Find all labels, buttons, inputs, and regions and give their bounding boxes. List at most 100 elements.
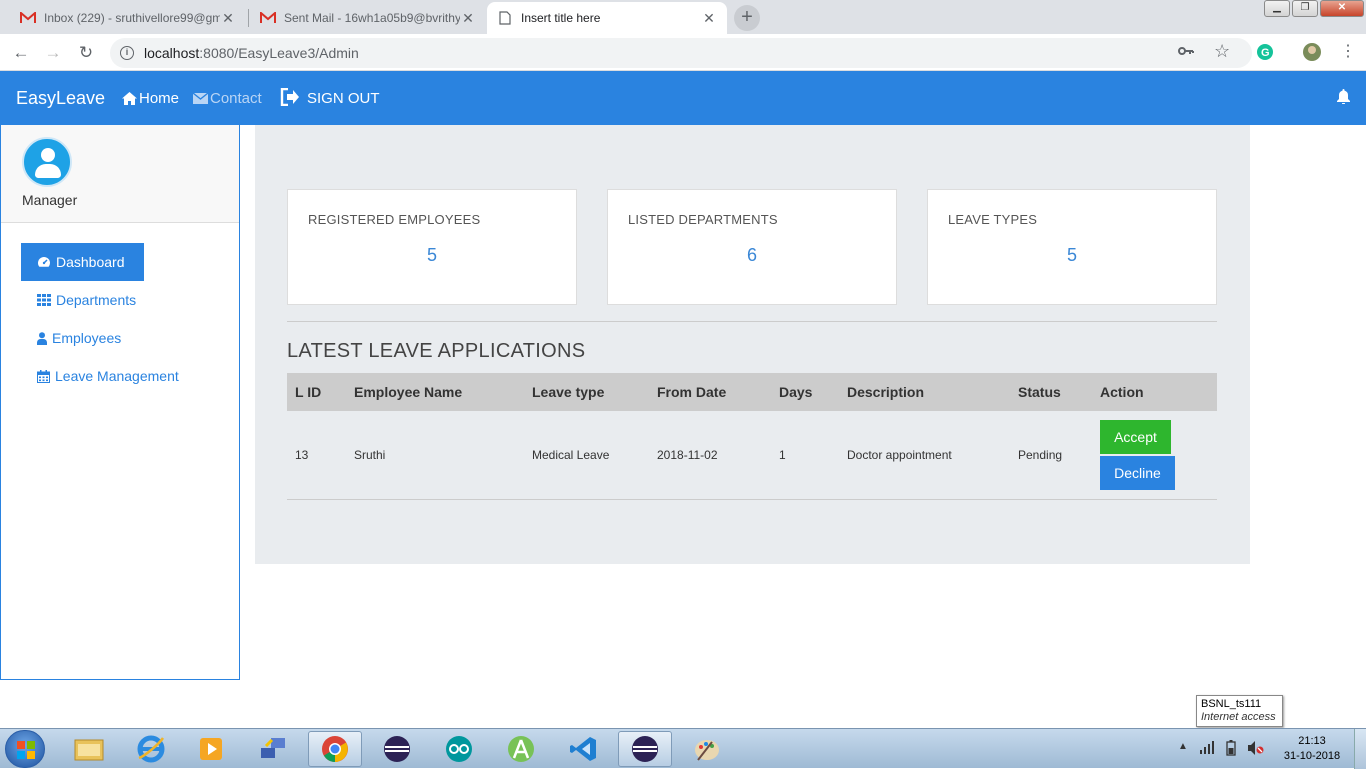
- stat-card-departments: LISTED DEPARTMENTS 6: [607, 189, 897, 305]
- taskbar-chrome[interactable]: [308, 731, 362, 767]
- cell-description: Doctor appointment: [839, 411, 1010, 500]
- url-path: :8080/EasyLeave3/Admin: [199, 45, 359, 61]
- sign-out-icon: [280, 88, 299, 106]
- cell-leave-id: 13: [287, 411, 346, 500]
- window-controls: ▁ ❐ ✕: [1262, 0, 1364, 18]
- calendar-icon: [37, 369, 50, 383]
- envelope-icon: [193, 93, 208, 104]
- taskbar-paint[interactable]: [680, 731, 734, 767]
- nav-contact-label: Contact: [210, 90, 262, 107]
- leave-applications-table: L ID Employee Name Leave type From Date …: [287, 373, 1217, 500]
- sidebar: Manager Dashboard Departments Employees …: [0, 125, 240, 680]
- bell-icon[interactable]: [1337, 89, 1350, 108]
- taskbar-eclipse[interactable]: [370, 731, 424, 767]
- stat-value: 5: [1066, 245, 1077, 265]
- brand-logo[interactable]: EasyLeave: [16, 88, 105, 109]
- svg-text:G: G: [1261, 47, 1270, 59]
- user-role: Manager: [22, 192, 78, 208]
- stat-label: LISTED DEPARTMENTS: [628, 212, 778, 227]
- minimize-button[interactable]: ▁: [1264, 0, 1290, 17]
- eclipse-icon: [384, 736, 410, 762]
- eclipse-icon: [632, 736, 658, 762]
- avatar: [22, 137, 72, 187]
- nav-contact[interactable]: Contact: [193, 90, 262, 107]
- cell-days: 1: [771, 411, 839, 500]
- close-window-button[interactable]: ✕: [1320, 0, 1364, 17]
- url-host: localhost: [144, 45, 200, 61]
- tab-title: Insert title here: [521, 11, 601, 25]
- taskbar-internet-explorer[interactable]: [124, 731, 178, 767]
- back-icon[interactable]: ←: [10, 42, 32, 64]
- taskbar-android-studio[interactable]: [494, 731, 548, 767]
- browser-tab-sent[interactable]: Sent Mail - 16wh1a05b9@bvrithy ✕: [250, 2, 486, 34]
- accept-button[interactable]: Accept: [1100, 419, 1171, 454]
- dashboard-icon: [38, 257, 50, 267]
- cell-status: Pending: [1010, 411, 1092, 500]
- close-tab-icon[interactable]: ✕: [460, 10, 476, 27]
- user-icon: [37, 331, 47, 345]
- divider: [287, 321, 1217, 322]
- taskbar-file-explorer[interactable]: [62, 731, 116, 767]
- chrome-icon: [322, 736, 348, 762]
- arduino-icon: [446, 736, 472, 762]
- column-header: Leave type: [524, 373, 649, 411]
- table-header-row: L ID Employee Name Leave type From Date …: [287, 373, 1217, 411]
- forward-icon[interactable]: →: [42, 42, 64, 64]
- sidebar-item-departments[interactable]: Departments: [21, 281, 179, 319]
- taskbar-arduino[interactable]: [432, 731, 486, 767]
- browser-tab-inbox[interactable]: Inbox (229) - sruthivellore99@gm ✕: [10, 2, 246, 34]
- volume-muted-icon[interactable]: [1248, 741, 1264, 760]
- grammarly-icon[interactable]: G: [1256, 43, 1274, 66]
- sidebar-item-leave-management[interactable]: Leave Management: [21, 357, 179, 395]
- sidebar-menu: Dashboard Departments Employees Leave Ma…: [21, 243, 179, 395]
- network-tooltip: BSNL_ts111 Internet access: [1196, 695, 1283, 727]
- restore-button[interactable]: ❐: [1292, 0, 1318, 17]
- nav-signout-label: SIGN OUT: [307, 90, 380, 107]
- sidebar-item-label: Dashboard: [56, 254, 125, 270]
- tab-divider: [248, 9, 249, 27]
- close-tab-icon[interactable]: ✕: [701, 10, 717, 27]
- media-player-icon: [200, 738, 222, 760]
- address-bar[interactable]: i localhost:8080/EasyLeave3/Admin: [110, 38, 1252, 68]
- app-navbar: EasyLeave Home Contact SIGN OUT: [0, 71, 1366, 125]
- windows-logo-icon: [17, 741, 35, 759]
- stat-card-employees: REGISTERED EMPLOYEES 5: [287, 189, 577, 305]
- reload-icon[interactable]: ↻: [75, 42, 97, 64]
- bookmark-star-icon[interactable]: ☆: [1214, 41, 1230, 62]
- nav-signout[interactable]: SIGN OUT: [280, 87, 380, 107]
- sidebar-item-dashboard[interactable]: Dashboard: [21, 243, 144, 281]
- browser-tab-active[interactable]: Insert title here ✕: [487, 2, 727, 34]
- browser-toolbar: ← → ↻ i localhost:8080/EasyLeave3/Admin …: [0, 34, 1366, 71]
- column-header: From Date: [649, 373, 771, 411]
- home-icon: [122, 92, 137, 105]
- browser-tab-strip: Inbox (229) - sruthivellore99@gm ✕ Sent …: [0, 0, 1366, 34]
- sidebar-item-employees[interactable]: Employees: [21, 319, 179, 357]
- taskbar-media-player[interactable]: [184, 731, 238, 767]
- taskbar-eclipse-2[interactable]: [618, 731, 672, 767]
- stat-label: LEAVE TYPES: [948, 212, 1038, 227]
- nav-home[interactable]: Home: [122, 90, 179, 107]
- taskbar: ▲ 21:13 31-10-2018: [0, 728, 1366, 769]
- decline-button[interactable]: Decline: [1100, 455, 1175, 490]
- show-desktop-button[interactable]: [1354, 729, 1366, 769]
- column-header: L ID: [287, 373, 346, 411]
- show-hidden-icons[interactable]: ▲: [1178, 741, 1188, 752]
- site-info-icon[interactable]: i: [120, 46, 134, 60]
- close-tab-icon[interactable]: ✕: [220, 10, 236, 27]
- key-icon[interactable]: [1178, 43, 1194, 61]
- column-header: Employee Name: [346, 373, 524, 411]
- tab-title: Inbox (229) - sruthivellore99@gm: [44, 11, 220, 25]
- profile-avatar-icon[interactable]: [1302, 42, 1322, 67]
- stat-value: 5: [426, 245, 437, 265]
- table-row: 13 Sruthi Medical Leave 2018-11-02 1 Doc…: [287, 411, 1217, 500]
- taskbar-network-app[interactable]: [246, 731, 300, 767]
- start-button[interactable]: [5, 730, 45, 768]
- taskbar-vscode[interactable]: [556, 731, 610, 767]
- cell-actions: Accept Decline: [1092, 411, 1217, 500]
- taskbar-clock[interactable]: 21:13 31-10-2018: [1282, 734, 1342, 764]
- battery-icon[interactable]: [1226, 740, 1236, 761]
- menu-kebab-icon[interactable]: ⋮: [1340, 41, 1356, 61]
- network-signal-icon[interactable]: [1200, 740, 1216, 759]
- internet-explorer-icon: [137, 735, 165, 763]
- new-tab-button[interactable]: +: [734, 5, 760, 31]
